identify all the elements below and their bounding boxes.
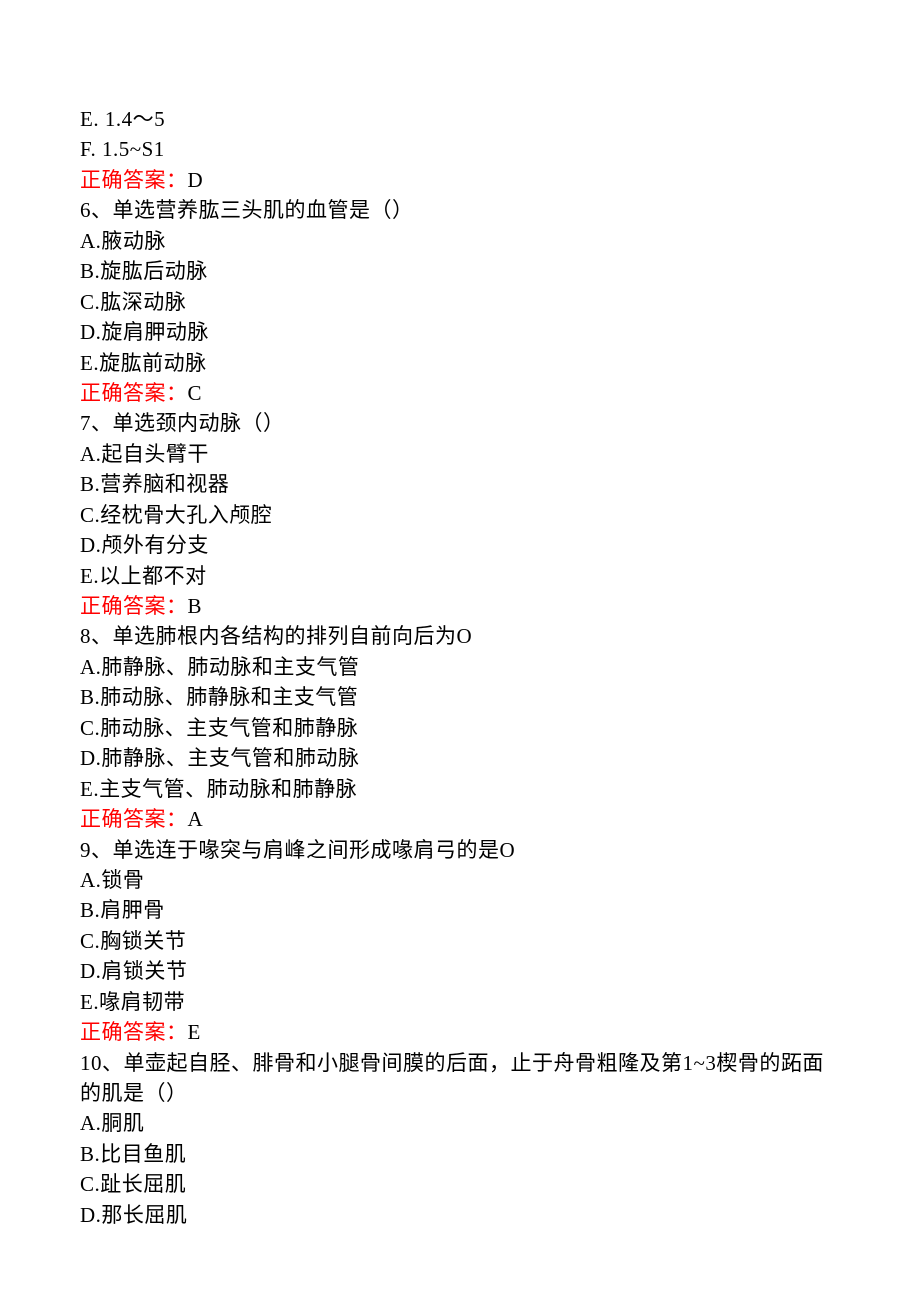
answer-line: 正确答案：E	[80, 1017, 840, 1047]
answer-line: 正确答案：C	[80, 378, 840, 408]
answer-line: 正确答案：B	[80, 591, 840, 621]
text-line: E.喙肩韧带	[80, 987, 840, 1017]
text-line: C.肱深动脉	[80, 287, 840, 317]
text-line: D.那长屈肌	[80, 1200, 840, 1230]
answer-line: 正确答案：A	[80, 804, 840, 834]
answer-value: A	[188, 807, 204, 831]
text-line: E.旋肱前动脉	[80, 348, 840, 378]
text-line: A.胴肌	[80, 1108, 840, 1138]
answer-value: C	[188, 381, 203, 405]
text-line: B.比目鱼肌	[80, 1139, 840, 1169]
text-line: E. 1.4～5	[80, 104, 840, 134]
text-line: 7、单选颈内动脉（）	[80, 408, 840, 438]
text-line: F. 1.5~S1	[80, 134, 840, 164]
text-line: C.经枕骨大孔入颅腔	[80, 500, 840, 530]
text-line: B.肺动脉、肺静脉和主支气管	[80, 682, 840, 712]
text-line: C.肺动脉、主支气管和肺静脉	[80, 713, 840, 743]
answer-line: 正确答案：D	[80, 165, 840, 195]
answer-prefix: 正确答案：	[80, 1020, 188, 1044]
answer-value: D	[188, 168, 204, 192]
text-line: E.主支气管、肺动脉和肺静脉	[80, 774, 840, 804]
answer-prefix: 正确答案：	[80, 168, 188, 192]
text-line: D.颅外有分支	[80, 530, 840, 560]
answer-prefix: 正确答案：	[80, 807, 188, 831]
text-line: B.肩胛骨	[80, 895, 840, 925]
text-line: A.肺静脉、肺动脉和主支气管	[80, 652, 840, 682]
exam-page: E. 1.4～5F. 1.5~S1正确答案：D6、单选营养肱三头肌的血管是（）A…	[0, 0, 920, 1301]
text-line: A.锁骨	[80, 865, 840, 895]
text-line: D.旋肩胛动脉	[80, 317, 840, 347]
text-line: D.肺静脉、主支气管和肺动脉	[80, 743, 840, 773]
text-line: B.旋肱后动脉	[80, 256, 840, 286]
answer-value: B	[188, 594, 203, 618]
answer-value: E	[188, 1020, 201, 1044]
text-line: 8、单选肺根内各结构的排列自前向后为O	[80, 621, 840, 651]
text-line: C.胸锁关节	[80, 926, 840, 956]
text-line: E.以上都不对	[80, 561, 840, 591]
answer-prefix: 正确答案：	[80, 594, 188, 618]
text-line: 10、单壶起自胫、腓骨和小腿骨间膜的后面，止于舟骨粗隆及第1~3楔骨的跖面的肌是…	[80, 1048, 840, 1109]
text-line: A.腋动脉	[80, 226, 840, 256]
text-line: A.起自头臂干	[80, 439, 840, 469]
text-line: 6、单选营养肱三头肌的血管是（）	[80, 195, 840, 225]
text-line: 9、单选连于喙突与肩峰之间形成喙肩弓的是O	[80, 835, 840, 865]
answer-prefix: 正确答案：	[80, 381, 188, 405]
text-line: B.营养脑和视器	[80, 469, 840, 499]
text-line: D.肩锁关节	[80, 956, 840, 986]
text-line: C.趾长屈肌	[80, 1169, 840, 1199]
